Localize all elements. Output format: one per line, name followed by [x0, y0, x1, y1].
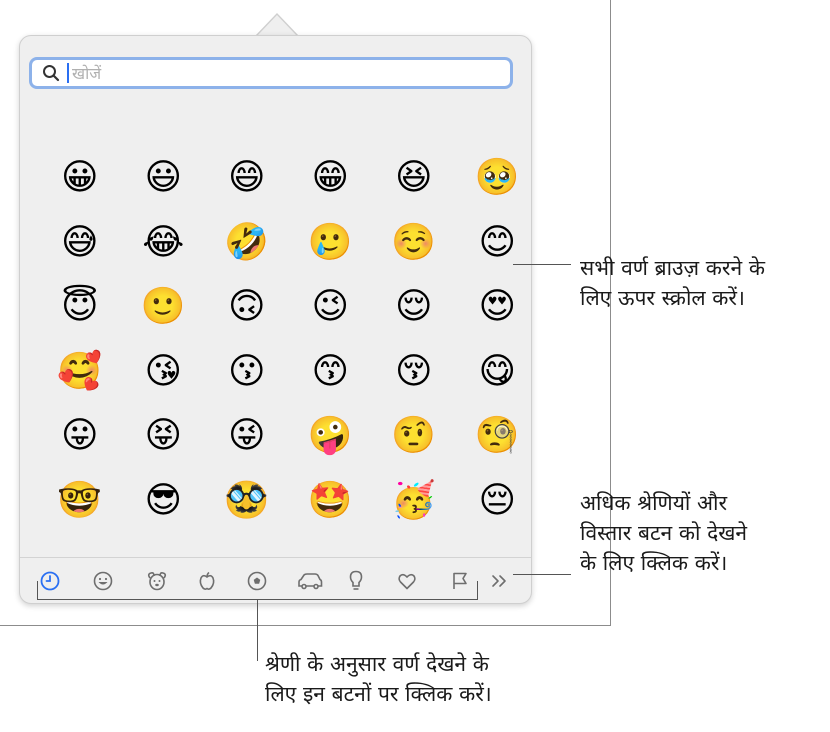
emoji-button[interactable]: 😝 [122, 404, 206, 469]
emoji-button[interactable]: 😅 [38, 211, 122, 276]
emoji-button[interactable]: 🥸 [205, 469, 289, 534]
soccer-ball-icon [247, 571, 267, 591]
flag-icon [453, 572, 467, 589]
tab-food[interactable] [193, 568, 221, 594]
annotation-more-line3: के लिए क्लिक करें। [580, 551, 728, 575]
emoji-button[interactable]: ☺️ [372, 211, 456, 276]
emoji-button[interactable]: 😗 [205, 340, 289, 405]
emoji-button[interactable]: 😚 [372, 340, 456, 405]
more-callout-line [513, 574, 571, 575]
tab-flags[interactable] [446, 568, 474, 594]
emoji-button[interactable]: 🥳 [372, 469, 456, 534]
annotation-scroll-line2: लिए ऊपर स्क्रोल करें। [580, 286, 745, 310]
emoji-button[interactable]: 🧐 [456, 404, 540, 469]
emoji-button[interactable]: 😎 [122, 469, 206, 534]
emoji-button[interactable]: 🙃 [205, 275, 289, 340]
smiley-icon [93, 571, 113, 591]
annotation-categories: श्रेणी के अनुसार वर्ण देखने के लिए इन बट… [265, 649, 492, 709]
emoji-button[interactable]: 😆 [372, 146, 456, 211]
emoji-button[interactable]: 😋 [456, 340, 540, 405]
emoji-button[interactable]: 😁 [289, 146, 373, 211]
emoji-button[interactable]: 😌 [372, 275, 456, 340]
emoji-button[interactable]: 🤪 [289, 404, 373, 469]
tab-activity[interactable] [243, 568, 271, 594]
emoji-button[interactable]: 😉 [289, 275, 373, 340]
tab-travel[interactable] [296, 568, 324, 594]
emoji-button[interactable]: 😘 [122, 340, 206, 405]
emoji-button[interactable]: 🤣 [205, 211, 289, 276]
car-icon [298, 573, 323, 590]
category-tab-bar [20, 557, 531, 604]
emoji-button[interactable]: 🥹 [456, 146, 540, 211]
emoji-button[interactable]: 😃 [122, 146, 206, 211]
search-icon [43, 65, 60, 82]
annotation-more: अधिक श्रेणियों और विस्तार बटन को देखने क… [580, 488, 747, 578]
search-field[interactable] [29, 57, 513, 89]
emoji-button[interactable]: 😇 [38, 275, 122, 340]
clock-icon [40, 571, 60, 591]
emoji-button[interactable]: 😔 [456, 469, 540, 534]
scroll-callout-line [513, 264, 571, 265]
annotation-scroll-line1: सभी वर्ण ब्राउज़ करने के [580, 256, 765, 280]
tab-animals[interactable] [143, 568, 171, 594]
emoji-button[interactable]: 😍 [456, 275, 540, 340]
emoji-button[interactable]: 😛 [38, 404, 122, 469]
emoji-button[interactable]: 🤨 [372, 404, 456, 469]
heart-icon [398, 573, 416, 590]
lightbulb-icon [349, 570, 363, 590]
annotation-more-line2: विस्तार बटन को देखने [580, 521, 748, 545]
tab-smileys[interactable] [89, 568, 117, 594]
tab-recent[interactable] [36, 568, 64, 594]
character-viewer-popover: 😀😃😄😁😆🥹😅😂🤣🥲☺️😊😇🙂🙃😉😌😍🥰😘😗😙😚😋😛😝😜🤪🤨🧐🤓😎🥸🤩🥳😔 [19, 35, 532, 604]
annotation-scroll: सभी वर्ण ब्राउज़ करने के लिए ऊपर स्क्रोल… [580, 253, 765, 313]
emoji-button[interactable]: 🥲 [289, 211, 373, 276]
apple-icon [199, 571, 215, 590]
emoji-button[interactable]: 🥰 [38, 340, 122, 405]
emoji-button[interactable]: 😀 [38, 146, 122, 211]
emoji-button[interactable]: 😙 [289, 340, 373, 405]
emoji-button[interactable]: 😊 [456, 211, 540, 276]
dog-icon [147, 572, 167, 591]
tab-symbols[interactable] [393, 568, 421, 594]
emoji-grid: 😀 😃 😄 😁 😆 🥹 😅 😂 🤣 🥲 ☺️ 😊 😇 🙂 🙃 😉 😌 😍 🥰 😘 😗 😙 😚 😋 😛 😝 😜 🤪 🤨 🧐 🤓 😎 🥸 🤩 🥳 😔 [38, 146, 539, 533]
annotation-categories-line1: श्रेणी के अनुसार वर्ण देखने के [265, 652, 489, 676]
emoji-button[interactable]: 😜 [205, 404, 289, 469]
popover-arrow-inner [257, 15, 297, 36]
bracket-right [477, 581, 478, 599]
emoji-button[interactable]: 😄 [205, 146, 289, 211]
chevron-double-right-icon [492, 575, 506, 587]
more-categories-button[interactable] [486, 568, 514, 594]
search-input[interactable] [72, 63, 472, 83]
annotation-more-line1: अधिक श्रेणियों और [580, 491, 728, 515]
emoji-button[interactable]: 🙂 [122, 275, 206, 340]
tab-objects[interactable] [342, 568, 370, 594]
annotation-categories-line2: लिए इन बटनों पर क्लिक करें। [265, 682, 492, 706]
emoji-button[interactable]: 😂 [122, 211, 206, 276]
text-caret [67, 63, 69, 83]
bracket-stem [257, 599, 258, 661]
bracket-left [37, 581, 38, 599]
emoji-button[interactable]: 🤓 [38, 469, 122, 534]
emoji-button[interactable]: 🤩 [289, 469, 373, 534]
